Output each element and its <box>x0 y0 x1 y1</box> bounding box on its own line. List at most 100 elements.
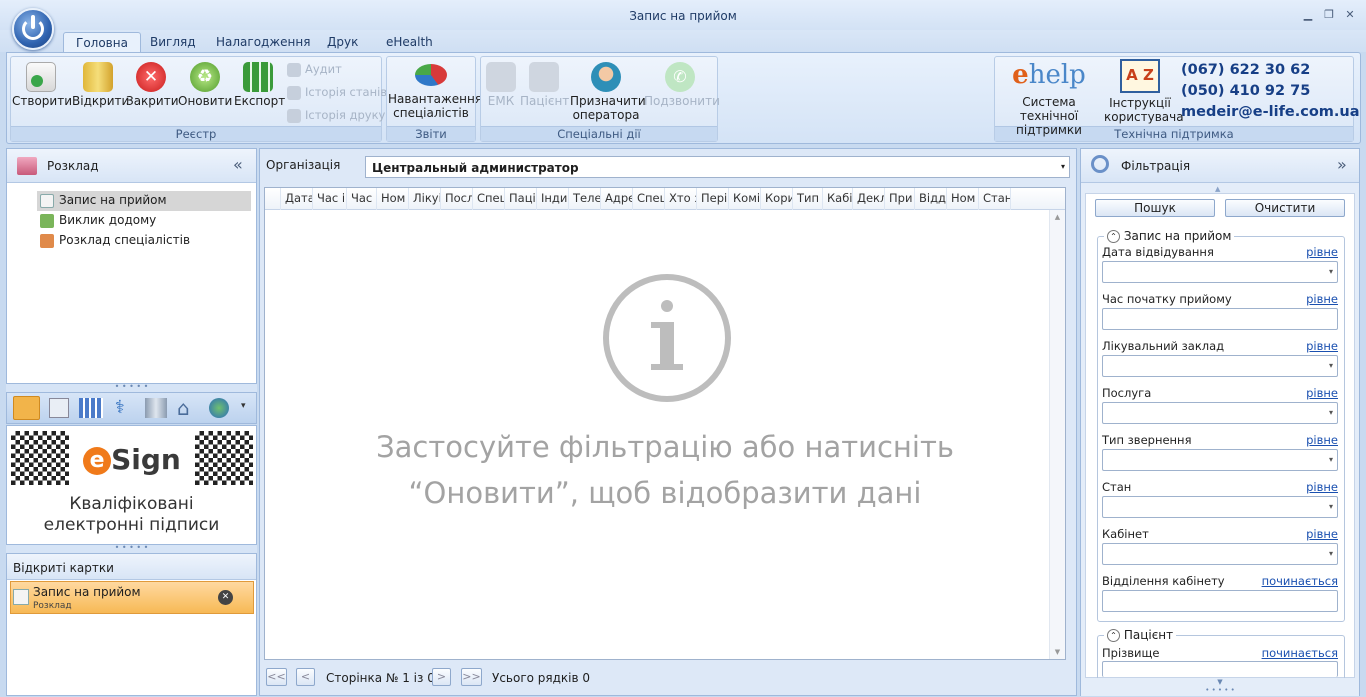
collapse-left-button[interactable]: « <box>233 155 243 174</box>
filter-operator-link[interactable]: рівне <box>1240 527 1338 541</box>
restore-button[interactable]: ❐ <box>1322 8 1336 21</box>
tree-item-appointment[interactable]: Запис на прийом <box>37 191 251 211</box>
column-header[interactable]: Дата <box>281 188 313 210</box>
organization-select[interactable]: Центральный администратор ▾ <box>365 156 1070 178</box>
column-header[interactable]: Стан <box>979 188 1011 210</box>
column-header[interactable]: Кабі <box>823 188 853 210</box>
refresh-button[interactable]: ♻ Оновити <box>178 60 232 108</box>
next-page-button[interactable]: > <box>432 668 451 686</box>
total-rows: Усього рядків 0 <box>492 671 591 685</box>
tab-home[interactable]: Головна <box>63 32 141 53</box>
calendar-day-icon <box>40 194 54 208</box>
patient-button[interactable]: Пацієнт <box>520 60 569 108</box>
tab-settings[interactable]: Налагодження <box>204 32 322 53</box>
filter-operator-link[interactable]: рівне <box>1240 433 1338 447</box>
open-card-item[interactable]: Запис на прийом Розклад ✕ <box>10 581 254 614</box>
column-header[interactable]: Пері <box>697 188 729 210</box>
column-header[interactable]: Тип <box>793 188 823 210</box>
schedule-module-icon[interactable] <box>13 396 40 420</box>
status-history-button[interactable]: Історія станів <box>287 85 387 100</box>
column-header[interactable]: Спец <box>633 188 665 210</box>
specialist-load-button[interactable]: Навантаження спеціалістів <box>388 60 482 120</box>
column-header[interactable]: Хто з <box>665 188 697 210</box>
tech-support-system-button[interactable]: ehelp Система технічної підтримки <box>996 58 1102 137</box>
close-window-button[interactable]: ✕ <box>1343 8 1357 21</box>
filter-clear-button[interactable]: Очистити <box>1225 199 1345 217</box>
emk-button[interactable]: ЕМК <box>484 60 518 108</box>
filter-combo[interactable]: ▾ <box>1102 543 1338 565</box>
assign-operator-button[interactable]: Призначити оператора <box>570 60 646 122</box>
last-page-button[interactable]: >> <box>461 668 482 686</box>
surname-input[interactable] <box>1102 661 1338 677</box>
filter-operator-link[interactable]: рівне <box>1240 386 1338 400</box>
appointment-section-title[interactable]: ⌃ Запис на прийом <box>1104 229 1235 243</box>
support-email[interactable]: medeir@e-life.com.ua <box>1181 102 1360 123</box>
filter-combo[interactable]: ▾ <box>1102 261 1338 283</box>
column-header[interactable]: Комі <box>729 188 761 210</box>
tab-ehealth[interactable]: eHealth <box>374 32 445 53</box>
tab-print[interactable]: Друк <box>315 32 370 53</box>
filter-input[interactable] <box>1102 308 1338 330</box>
audit-button[interactable]: Аудит <box>287 62 342 77</box>
app-menu-button[interactable] <box>12 8 54 50</box>
filter-operator-link[interactable]: починається <box>1240 574 1338 588</box>
column-header[interactable]: Відд <box>915 188 947 210</box>
export-button[interactable]: Експорт <box>234 60 285 108</box>
audit-icon <box>287 63 301 77</box>
column-header[interactable]: Адре <box>601 188 633 210</box>
filter-operator-link[interactable]: рівне <box>1240 339 1338 353</box>
column-header[interactable]: Ном <box>377 188 409 210</box>
filter-operator-link[interactable]: рівне <box>1240 292 1338 306</box>
column-header[interactable]: Час і <box>313 188 347 210</box>
left-splitter-2[interactable]: • • • • • <box>6 544 257 553</box>
collapse-right-button[interactable]: » <box>1337 155 1347 174</box>
column-header[interactable]: Декл <box>853 188 885 210</box>
column-header[interactable]: Теле <box>569 188 601 210</box>
print-history-button[interactable]: Історія друку <box>287 108 385 123</box>
filter-operator-link[interactable]: рівне <box>1240 480 1338 494</box>
tree-item-home-call[interactable]: Виклик додому <box>37 211 251 231</box>
filter-operator-link[interactable]: починається <box>1240 646 1338 660</box>
column-header[interactable]: Інди <box>537 188 569 210</box>
filter-combo[interactable]: ▾ <box>1102 355 1338 377</box>
close-card-icon[interactable]: ✕ <box>218 590 233 605</box>
minimize-button[interactable]: ▁ <box>1301 8 1315 21</box>
close-icon: ✕ <box>136 62 166 92</box>
close-button[interactable]: ✕ Закрити <box>126 60 179 108</box>
scroll-up-icon[interactable]: ▲ <box>1215 185 1220 193</box>
column-header[interactable]: Лікуі <box>409 188 441 210</box>
filter-combo[interactable]: ▾ <box>1102 449 1338 471</box>
user-instructions-button[interactable]: A Z Інструкції користувача <box>1104 58 1184 124</box>
filter-combo[interactable]: ▾ <box>1102 496 1338 518</box>
caduceus-module-icon[interactable]: ⚕ <box>115 396 131 420</box>
create-button[interactable]: Створити <box>12 60 72 108</box>
home-module-icon[interactable]: ⌂ <box>177 396 201 420</box>
column-header[interactable]: При <box>885 188 915 210</box>
column-header[interactable]: Ном <box>947 188 979 210</box>
column-header[interactable]: Кори <box>761 188 793 210</box>
filter-combo[interactable]: ▾ <box>1102 402 1338 424</box>
column-header[interactable]: Паці <box>505 188 537 210</box>
column-header[interactable]: Час : <box>347 188 377 210</box>
left-splitter[interactable]: • • • • • <box>6 383 257 392</box>
tab-view[interactable]: Вигляд <box>138 32 208 53</box>
open-button[interactable]: Відкрити <box>72 60 129 108</box>
tree-item-specialist-schedule[interactable]: Розклад спеціалістів <box>37 231 251 251</box>
filter-input[interactable] <box>1102 590 1338 612</box>
esign-banner[interactable]: e Sign Кваліфіковані електронні підписи <box>6 425 257 545</box>
filter-scroll-down[interactable]: ▼ • • • • • <box>1081 678 1359 696</box>
column-header[interactable]: Посл <box>441 188 473 210</box>
table-module-icon[interactable] <box>79 398 103 418</box>
column-header[interactable]: Спец <box>473 188 505 210</box>
globe-module-icon[interactable] <box>209 398 229 418</box>
toolbar-overflow-icon[interactable]: ▾ <box>241 401 246 411</box>
patient-section-title[interactable]: ⌃ Пацієнт <box>1104 628 1177 642</box>
document-module-icon[interactable] <box>49 398 69 418</box>
prev-page-button[interactable]: < <box>296 668 315 686</box>
first-page-button[interactable]: << <box>266 668 287 686</box>
open-card-subtitle: Розклад <box>33 601 72 611</box>
call-button[interactable]: ✆ Подзвонити <box>644 60 720 108</box>
filter-operator-link[interactable]: рівне <box>1240 245 1338 259</box>
filter-search-button[interactable]: Пошук <box>1095 199 1215 217</box>
archive-module-icon[interactable] <box>145 398 167 418</box>
